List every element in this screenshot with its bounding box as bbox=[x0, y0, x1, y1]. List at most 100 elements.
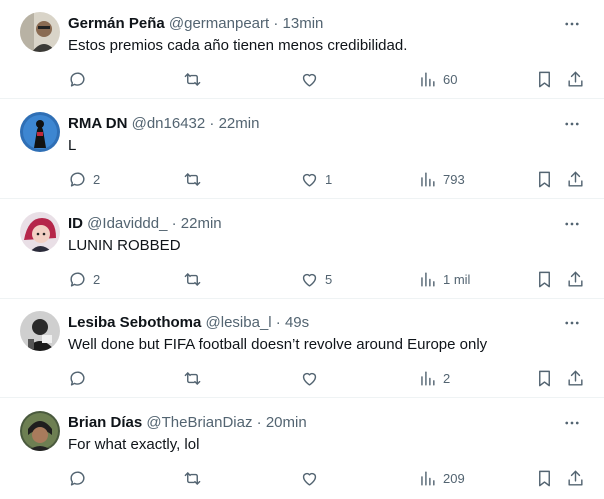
views-button[interactable]: 209 bbox=[418, 465, 465, 491]
more-options-button[interactable] bbox=[560, 214, 584, 234]
tweet-header: RMA DN @dn16432 · 22min bbox=[68, 114, 544, 134]
separator-dot: · bbox=[171, 215, 177, 232]
user-handle[interactable]: @dn16432 bbox=[132, 115, 206, 132]
bookmark-button[interactable] bbox=[535, 166, 554, 192]
share-button[interactable] bbox=[566, 66, 585, 92]
like-button[interactable]: 1 bbox=[300, 166, 332, 192]
like-count: 5 bbox=[325, 271, 333, 287]
bookmark-icon bbox=[539, 470, 550, 486]
more-options-button[interactable] bbox=[560, 14, 584, 34]
views-bar-chart-icon bbox=[421, 370, 435, 386]
view-count: 793 bbox=[443, 171, 465, 187]
more-dots-icon bbox=[565, 421, 579, 425]
display-name[interactable]: Germán Peña bbox=[68, 15, 165, 32]
share-button[interactable] bbox=[566, 266, 585, 292]
reply-button[interactable]: 2 bbox=[68, 266, 100, 292]
reply-button[interactable] bbox=[68, 465, 93, 491]
share-button[interactable] bbox=[566, 365, 585, 391]
avatar[interactable] bbox=[20, 12, 60, 52]
display-name[interactable]: Lesiba Sebothoma bbox=[68, 314, 201, 331]
reply-count: 2 bbox=[93, 171, 101, 187]
view-count: 60 bbox=[443, 71, 458, 87]
like-button[interactable] bbox=[300, 365, 325, 391]
avatar[interactable] bbox=[20, 212, 60, 252]
retweet-button[interactable] bbox=[183, 465, 208, 491]
timestamp[interactable]: 22min bbox=[181, 215, 222, 232]
like-button[interactable]: 5 bbox=[300, 266, 332, 292]
views-bar-chart-icon bbox=[421, 71, 435, 87]
tweet-text: LUNIN ROBBED bbox=[68, 237, 181, 254]
timestamp[interactable]: 22min bbox=[219, 115, 260, 132]
display-name[interactable]: ID bbox=[68, 215, 83, 232]
user-handle[interactable]: @Idaviddd_ bbox=[87, 215, 167, 232]
views-button[interactable]: 60 bbox=[418, 66, 457, 92]
reply-feed: Germán Peña @germanpeart · 13min Estos p… bbox=[0, 0, 604, 499]
bookmark-button[interactable] bbox=[535, 66, 554, 92]
avatar[interactable] bbox=[20, 311, 60, 351]
tweet[interactable]: RMA DN @dn16432 · 22min L 2 1 793 bbox=[0, 100, 604, 199]
display-name[interactable]: Brian Días bbox=[68, 414, 142, 431]
reply-icon bbox=[70, 171, 85, 187]
reply-button[interactable] bbox=[68, 365, 93, 391]
more-options-button[interactable] bbox=[560, 413, 584, 433]
avatar[interactable] bbox=[20, 411, 60, 451]
tweet-header: Germán Peña @germanpeart · 13min bbox=[68, 14, 544, 34]
views-button[interactable]: 2 bbox=[418, 365, 450, 391]
tweet-header: Lesiba Sebothoma @lesiba_l · 49s bbox=[68, 313, 544, 333]
share-icon bbox=[568, 71, 583, 87]
more-dots-icon bbox=[565, 321, 579, 325]
user-handle[interactable]: @lesiba_l bbox=[206, 314, 272, 331]
share-icon bbox=[568, 171, 583, 187]
action-bar: 2 5 1 mil bbox=[68, 266, 584, 292]
like-button[interactable] bbox=[300, 66, 325, 92]
reply-icon bbox=[70, 470, 85, 486]
bookmark-icon bbox=[539, 271, 550, 287]
view-count: 209 bbox=[443, 470, 465, 486]
views-bar-chart-icon bbox=[421, 271, 435, 287]
tweet[interactable]: Brian Días @TheBrianDiaz · 20min For wha… bbox=[0, 399, 604, 498]
tweet-text: Estos premios cada año tienen menos cred… bbox=[68, 37, 408, 54]
timestamp[interactable]: 13min bbox=[283, 15, 324, 32]
avatar[interactable] bbox=[20, 112, 60, 152]
heart-icon bbox=[302, 273, 317, 287]
bookmark-button[interactable] bbox=[535, 266, 554, 292]
reply-icon bbox=[70, 370, 85, 386]
share-button[interactable] bbox=[566, 465, 585, 491]
retweet-button[interactable] bbox=[183, 365, 208, 391]
user-handle[interactable]: @TheBrianDiaz bbox=[146, 414, 252, 431]
reply-count: 2 bbox=[93, 271, 101, 287]
display-name[interactable]: RMA DN bbox=[68, 115, 127, 132]
retweet-button[interactable] bbox=[183, 66, 208, 92]
tweet-text: For what exactly, lol bbox=[68, 436, 200, 453]
reply-icon bbox=[70, 71, 85, 87]
share-icon bbox=[568, 271, 583, 287]
bookmark-icon bbox=[539, 370, 550, 386]
action-bar: 2 1 793 bbox=[68, 166, 584, 192]
tweet-header: ID @Idaviddd_ · 22min bbox=[68, 214, 544, 234]
retweet-icon bbox=[184, 371, 201, 385]
timestamp[interactable]: 20min bbox=[266, 414, 307, 431]
more-options-button[interactable] bbox=[560, 313, 584, 333]
like-button[interactable] bbox=[300, 465, 325, 491]
action-bar: 209 bbox=[68, 465, 584, 491]
tweet[interactable]: ID @Idaviddd_ · 22min LUNIN ROBBED 2 5 1… bbox=[0, 200, 604, 299]
tweet[interactable]: Lesiba Sebothoma @lesiba_l · 49s Well do… bbox=[0, 299, 604, 398]
bookmark-button[interactable] bbox=[535, 465, 554, 491]
bookmark-button[interactable] bbox=[535, 365, 554, 391]
more-options-button[interactable] bbox=[560, 114, 584, 134]
user-handle[interactable]: @germanpeart bbox=[169, 15, 269, 32]
retweet-button[interactable] bbox=[183, 166, 208, 192]
views-bar-chart-icon bbox=[421, 470, 435, 486]
tweet[interactable]: Germán Peña @germanpeart · 13min Estos p… bbox=[0, 0, 604, 99]
views-button[interactable]: 793 bbox=[418, 166, 465, 192]
views-button[interactable]: 1 mil bbox=[418, 266, 470, 292]
reply-button[interactable]: 2 bbox=[68, 166, 100, 192]
retweet-button[interactable] bbox=[183, 266, 208, 292]
heart-icon bbox=[302, 372, 317, 386]
timestamp[interactable]: 49s bbox=[285, 314, 309, 331]
reply-button[interactable] bbox=[68, 66, 93, 92]
bookmark-icon bbox=[539, 171, 550, 187]
heart-icon bbox=[302, 173, 317, 187]
share-button[interactable] bbox=[566, 166, 585, 192]
tweet-text: L bbox=[68, 137, 77, 154]
